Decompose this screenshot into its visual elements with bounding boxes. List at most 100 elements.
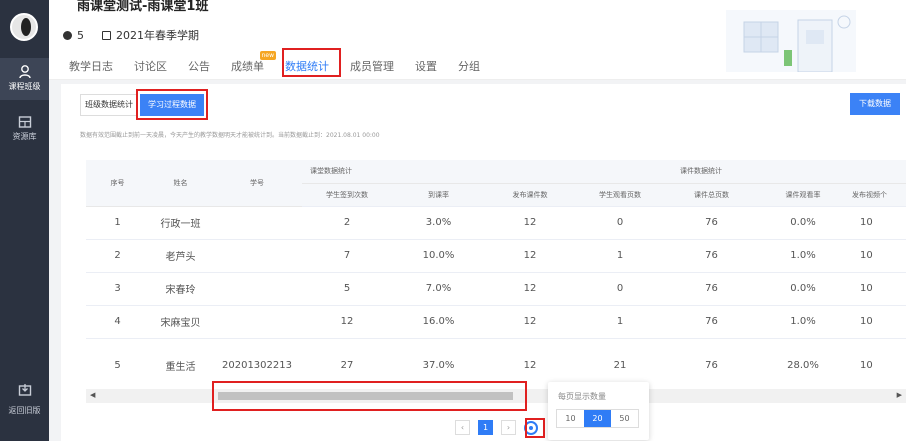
cell-signin-count: 5 [302,272,392,306]
page-size-option[interactable]: 50 [611,410,638,427]
cell-student-id [212,272,302,306]
next-page-button[interactable]: › [501,420,516,435]
table-body: 1 行政一班 2 3.0% 12 0 76 0.0% 10 2 老芦头 7 10.0% 12 1 76 1.0%… [86,206,906,393]
tab-members[interactable]: 成员管理 [350,58,394,74]
cell-published-videos: 10 [848,239,906,273]
cell-total-pages: 76 [665,206,758,240]
cell-published-courseware: 12 [485,239,575,273]
table-row: 4 宋麻宝贝 12 16.0% 12 1 76 1.0% 10 [86,305,906,339]
cell-view-rate: 0.0% [758,206,848,240]
cell-signin-count: 12 [302,305,392,339]
tab-groups[interactable]: 分组 [458,58,480,74]
course-meta: 5 2021年春季学期 [63,27,199,43]
sidebar-item-library[interactable]: 资源库 [0,108,49,150]
tab-settings[interactable]: 设置 [415,58,437,74]
page-button[interactable]: 1 [478,420,493,435]
cell-signin-count: 2 [302,206,392,240]
cell-attendance-rate: 3.0% [392,206,485,240]
cell-index: 3 [86,272,149,306]
cell-name: 老芦头 [149,239,212,273]
data-table: 序号 姓名 学号 课堂数据统计 课件数据统计 学生签到次数 到课率 发布课件数 … [86,160,906,404]
avatar[interactable] [10,13,38,41]
sidebar-item-return[interactable]: 返回旧版 [0,376,49,418]
return-icon [18,384,31,396]
cell-student-id [212,305,302,339]
page-size-options: 10 20 50 [556,409,639,428]
sidebar-item-class[interactable]: 课程班级 [0,58,49,100]
scroll-right-icon[interactable]: ▶ [897,391,902,399]
highlight-box [525,418,545,438]
cell-published-videos: 10 [848,305,906,339]
cell-pages-viewed: 0 [575,206,665,240]
cell-name: 行政一班 [149,206,212,240]
cell-published-courseware: 12 [485,305,575,339]
member-count: 5 [77,28,84,42]
table-row: 3 宋春玲 5 7.0% 12 0 76 0.0% 10 [86,272,906,306]
cell-student-id [212,239,302,273]
highlight-box [212,381,527,411]
highlight-box [136,89,208,120]
cell-index: 4 [86,305,149,339]
cell-name: 重生活 [149,338,212,393]
course-title: 雨课堂测试-雨课堂1班 [77,0,209,14]
cell-index: 2 [86,239,149,273]
tab-label: 成绩单 [231,60,264,73]
sidebar-item-label: 课程班级 [8,82,41,91]
cell-total-pages: 76 [665,272,758,306]
class-stats-button[interactable]: 班级数据统计 [80,94,138,116]
table-row: 2 老芦头 7 10.0% 12 1 76 1.0% 10 [86,239,906,273]
page-size-option[interactable]: 20 [584,410,611,427]
header-attendance-rate: 到课率 [392,183,485,207]
sidebar: 课程班级 资源库 返回旧版 [0,0,49,441]
cell-pages-viewed: 1 [575,305,665,339]
header-student-id: 学号 [212,160,302,207]
cell-index: 1 [86,206,149,240]
highlight-box [282,48,341,77]
cell-published-videos: 10 [848,272,906,306]
page-size-option[interactable]: 10 [557,410,584,427]
header-pages-viewed: 学生观看页数 [575,183,665,207]
cell-published-courseware: 12 [485,206,575,240]
sidebar-item-label: 返回旧版 [8,406,41,415]
page-size-popup: 每页显示数量 10 20 50 [548,382,649,440]
cell-name: 宋春玲 [149,272,212,306]
header-courseware-group: 课件数据统计 [485,160,906,184]
cell-name: 宋麻宝贝 [149,305,212,339]
cell-view-rate: 28.0% [758,338,848,393]
cell-student-id [212,206,302,240]
header-view-rate: 课件观看率 [758,183,848,207]
cell-attendance-rate: 16.0% [392,305,485,339]
tab-discussion[interactable]: 讨论区 [134,58,167,74]
header-index: 序号 [86,160,149,207]
cell-published-videos: 10 [848,206,906,240]
cell-view-rate: 1.0% [758,239,848,273]
calendar-icon [102,30,111,40]
header-total-pages: 课件总页数 [665,183,758,207]
cell-index: 5 [86,338,149,393]
header-classroom-group: 课堂数据统计 [302,160,485,184]
tab-gradebook[interactable]: 成绩单 new [231,51,276,74]
cell-pages-viewed: 1 [575,239,665,273]
semester: 2021年春季学期 [116,29,199,42]
header-name: 姓名 [149,160,212,207]
tab-teaching-log[interactable]: 教学日志 [69,58,113,74]
scroll-left-icon[interactable]: ◀ [90,391,95,399]
cell-total-pages: 76 [665,305,758,339]
header-published-videos: 发布视频个 [848,183,906,207]
download-button[interactable]: 下载数据 [850,93,900,115]
page-size-title: 每页显示数量 [558,392,606,401]
cell-total-pages: 76 [665,239,758,273]
header-published-courseware: 发布课件数 [485,183,575,207]
class-icon [18,65,31,79]
cell-view-rate: 1.0% [758,305,848,339]
tab-announcement[interactable]: 公告 [188,58,210,74]
sidebar-item-label: 资源库 [12,132,37,141]
cell-published-courseware: 12 [485,272,575,306]
cell-view-rate: 0.0% [758,272,848,306]
table-row: 1 行政一班 2 3.0% 12 0 76 0.0% 10 [86,206,906,240]
prev-page-button[interactable]: ‹ [455,420,470,435]
new-badge: new [259,51,276,60]
cell-attendance-rate: 10.0% [392,239,485,273]
library-icon [18,116,31,128]
cell-published-videos: 10 [848,338,906,393]
